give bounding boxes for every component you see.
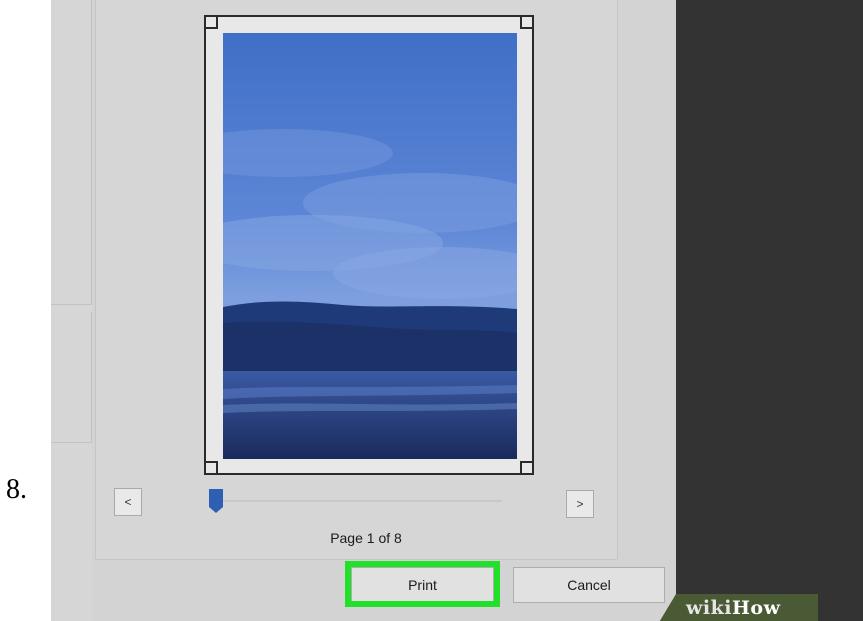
background-window [676,0,863,621]
page-slider-thumb[interactable] [209,489,223,513]
print-dialog-screenshot: < > Page 1 of 8 Print Cancel [51,0,863,621]
sidebar-divider [51,304,92,305]
step-number: 8. [6,474,27,505]
logo-text: wikiHow [686,597,780,619]
sidebar-border [91,0,92,304]
preview-photo [223,33,517,459]
wikihow-logo: wikiHow [658,594,818,621]
tutorial-image: 8. < > Page 1 of 8 Print Cancel wikiHow [0,0,863,621]
next-page-button[interactable]: > [566,490,594,518]
cancel-button[interactable]: Cancel [513,567,665,603]
sidebar-border [91,312,92,442]
corner-handle [204,461,218,475]
page-indicator: Page 1 of 8 [330,530,402,546]
logo-how: How [731,597,781,619]
previous-page-button[interactable]: < [114,488,142,516]
corner-handle [520,461,534,475]
corner-handle [204,15,218,29]
print-button-highlight [345,561,500,607]
page-slider-track[interactable] [212,500,502,502]
corner-handle [520,15,534,29]
sidebar-divider [51,442,92,443]
settings-sidebar [51,0,92,621]
logo-wiki: wiki [686,597,732,619]
